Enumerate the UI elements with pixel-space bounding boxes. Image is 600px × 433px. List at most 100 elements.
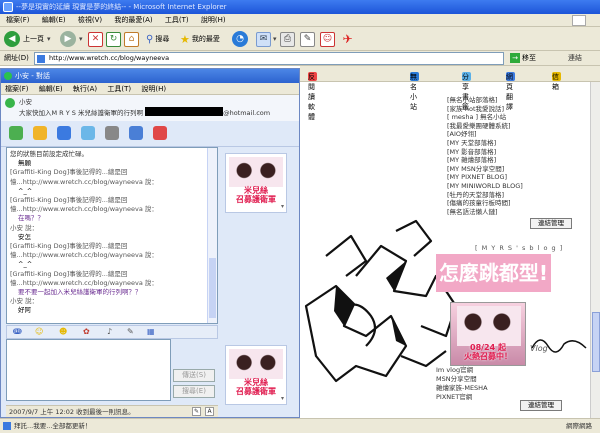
background-icon[interactable]: ▦	[147, 327, 155, 336]
message-input[interactable]	[6, 339, 171, 401]
messenger-button[interactable]: ☺	[320, 30, 335, 48]
avatar-photo	[229, 157, 283, 187]
avatar-text-line: 米兒絲	[244, 186, 268, 195]
back-dropdown-icon[interactable]: ▾	[47, 35, 51, 43]
chat-menu-file[interactable]: 檔案(F)	[5, 85, 29, 93]
menu-file[interactable]: 檔案(F)	[6, 16, 30, 24]
chat-menu-help[interactable]: 說明(H)	[141, 85, 166, 93]
search-button[interactable]: ⚲ 搜尋	[146, 30, 169, 48]
page-icon	[37, 55, 45, 63]
gift-icon[interactable]: ✿	[83, 327, 90, 336]
go-button[interactable]: → 移至	[510, 53, 536, 63]
link-item[interactable]: [MY MINIWORLD BLOG]	[447, 182, 567, 191]
search-button-msn[interactable]: 搜尋(E)	[173, 385, 215, 398]
handwriting-icon[interactable]: ✎	[127, 327, 134, 336]
mail-button[interactable]: ✉ ▾	[256, 30, 277, 48]
link-item[interactable]: [MY MSN分享空間]	[447, 165, 567, 174]
address-input[interactable]: http://www.wretch.cc/blog/wayneeva	[34, 52, 504, 65]
myrs-blog-caption: [ M Y R S ' s b l o g ]	[475, 244, 564, 252]
page-toolbar: 反閱讀軟體 無名小站 分享書籤 網頁翻譯 信箱	[300, 66, 600, 121]
address-label: 網址(D)	[4, 54, 29, 62]
link-item[interactable]: [MY 天堂部落格]	[447, 139, 567, 148]
link-item[interactable]: [無名小站部落格]	[447, 96, 567, 105]
signature-scribble	[531, 339, 587, 353]
voice-icon[interactable]	[81, 126, 95, 140]
font-icon[interactable]: ↈ	[13, 327, 22, 337]
chat-line: ^_^	[18, 260, 33, 269]
banner-photo	[457, 306, 521, 346]
my-avatar[interactable]: 米兒絲 召募護衛軍 ▾	[225, 345, 287, 405]
link-item[interactable]: MSN分享空間	[436, 375, 556, 384]
forward-button[interactable]: ▶ ▾	[60, 30, 83, 48]
menu-edit[interactable]: 編輯(E)	[42, 16, 66, 24]
link-item[interactable]: [無名語法懶人鏈]	[447, 208, 567, 217]
menu-help[interactable]: 說明(H)	[201, 16, 226, 24]
scrollbar-thumb[interactable]	[592, 312, 600, 372]
recruit-banner[interactable]: 08/24 起 火熱召募中！	[450, 302, 526, 366]
avatar-dropdown-icon[interactable]: ▾	[281, 395, 284, 402]
chat-menu-bar: 檔案(F) 編輯(E) 執行(A) 工具(T) 說明(H)	[1, 83, 299, 95]
pen-icon[interactable]: ✎	[192, 407, 201, 416]
chat-scrollbar-thumb[interactable]	[209, 258, 216, 318]
link-item[interactable]: 雜燴家族-MESHA	[436, 384, 556, 393]
text-icon[interactable]: A	[205, 407, 214, 416]
search-icon: ⚲	[146, 33, 154, 45]
forward-arrow-icon: ▶	[60, 31, 76, 47]
mail-dropdown-icon[interactable]: ▾	[273, 35, 277, 43]
chat-history[interactable]: 您的狀態目前設定成忙碌。 無願 [Graffiti-King Dog]事後記得的..…	[6, 147, 218, 324]
menu-favorites[interactable]: 我的最愛(A)	[114, 16, 152, 24]
home-button[interactable]: ⌂	[124, 30, 139, 48]
link-item[interactable]: [家族-hot我愛說話]	[447, 105, 567, 114]
forward-dropdown-icon[interactable]: ▾	[79, 35, 83, 43]
link-manage-button[interactable]: 連結管理	[530, 218, 572, 229]
chat-line: 憶...http://www.wretch.cc/blog/wayneeva 說…	[10, 251, 158, 260]
chat-menu-tools[interactable]: 工具(T)	[107, 85, 131, 93]
chat-line: ^_^	[18, 186, 33, 195]
chat-line: [Graffiti-King Dog]事後記得的...總是回	[10, 269, 128, 278]
links-button[interactable]: 連結	[568, 53, 582, 63]
page-scrollbar[interactable]	[590, 82, 600, 418]
send-button[interactable]: 傳送(S)	[173, 369, 215, 382]
link-item[interactable]: [MY PIXNET BLOG]	[447, 173, 567, 182]
media-button[interactable]: ◔	[232, 30, 248, 48]
link-manage-button-2[interactable]: 連結管理	[520, 400, 562, 411]
menu-view[interactable]: 檢視(V)	[78, 16, 102, 24]
favorites-label: 我的最愛	[191, 35, 220, 43]
link-item[interactable]: [MY 雜燴部落格]	[447, 156, 567, 165]
contact-avatar[interactable]: 米兒絲 召募護衛軍 ▾	[225, 153, 287, 213]
games-icon[interactable]	[129, 126, 143, 140]
back-button[interactable]: ◀ 上一頁 ▾	[4, 30, 51, 48]
research-button[interactable]: ✈	[340, 30, 355, 48]
video-icon[interactable]	[57, 126, 71, 140]
wink-icon[interactable]: ☻	[59, 327, 67, 336]
edit-button[interactable]: ✎	[300, 30, 315, 48]
nudge-icon[interactable]: ♪	[107, 327, 112, 336]
send-file-icon[interactable]	[33, 126, 47, 140]
avatar-text-line: 米兒絲	[244, 378, 268, 387]
favorites-button[interactable]: ★ 我的最愛	[180, 30, 220, 48]
refresh-button[interactable]: ↻	[106, 30, 121, 48]
ie-status-bar: 拜託...我要...全部都更新！ 網際網路	[0, 418, 600, 433]
chat-line: [Graffiti-King Dog]事後記得的...總是回	[10, 168, 128, 177]
chat-scrollbar[interactable]	[207, 148, 217, 323]
chat-menu-edit[interactable]: 編輯(E)	[39, 85, 63, 93]
activities-icon[interactable]	[105, 126, 119, 140]
contact-personal-message: 大家快加入M R Y S 米兒絲護衛軍的行列啊	[19, 109, 143, 117]
menu-tools[interactable]: 工具(T)	[165, 16, 189, 24]
chat-line: 憶...http://www.wretch.cc/blog/wayneeva 說…	[10, 278, 158, 287]
link-item[interactable]: [ mesha ] 無名小站	[447, 113, 567, 122]
stop-button[interactable]: ✕	[88, 30, 103, 48]
chat-menu-actions[interactable]: 執行(A)	[73, 85, 97, 93]
link-item[interactable]: [牡丹的天堂部落格]	[447, 191, 567, 200]
link-item[interactable]: [MY 影音部落格]	[447, 148, 567, 157]
block-contact-icon[interactable]	[153, 126, 167, 140]
avatar-dropdown-icon[interactable]: ▾	[281, 203, 284, 210]
chat-line: 在嗎？？	[18, 214, 44, 223]
link-item[interactable]: Im vlog官網	[436, 366, 556, 375]
invite-icon[interactable]	[9, 126, 23, 140]
link-item[interactable]: [傷痛的孩童行板時間]	[447, 199, 567, 208]
emoticon-icon[interactable]: ☺	[35, 327, 43, 336]
chat-line: 小安 說：	[10, 297, 39, 306]
link-item[interactable]: [AIO妤翎]	[447, 130, 567, 139]
print-button[interactable]: ⎙	[280, 30, 295, 48]
